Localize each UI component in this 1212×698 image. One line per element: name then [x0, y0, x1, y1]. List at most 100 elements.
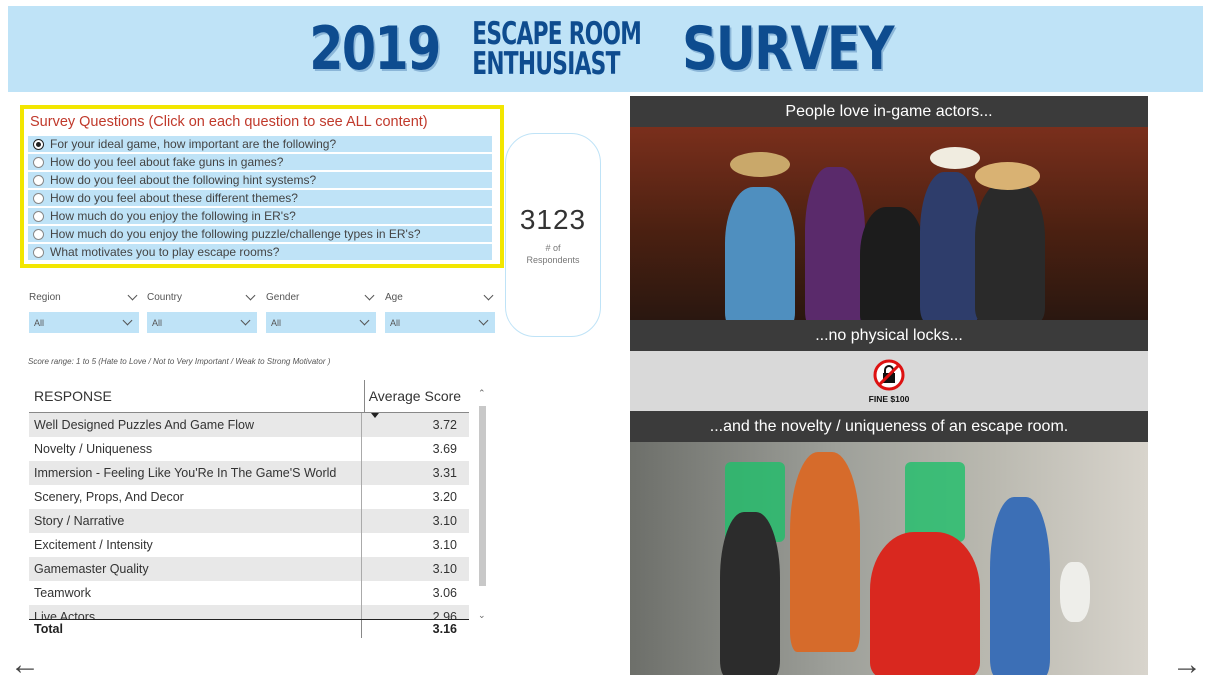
filter-label: Age: [385, 291, 403, 303]
table-row[interactable]: Excitement / Intensity 3.10: [29, 533, 469, 557]
question-option-puzzle-types[interactable]: How much do you enjoy the following puzz…: [28, 226, 492, 242]
radio-icon[interactable]: [33, 228, 44, 240]
response-cell: Story / Narrative: [34, 514, 125, 528]
respondent-count-card: 3123 # of Respondents: [505, 133, 601, 337]
caption-no-locks: ...no physical locks...: [630, 320, 1148, 351]
chevron-down-icon[interactable]: [245, 290, 256, 300]
average-score-header-label: Average Score: [368, 388, 462, 404]
table-scrollbar[interactable]: ⌃ ⌄: [477, 388, 487, 624]
country-dropdown[interactable]: All: [147, 312, 257, 333]
response-cell: Excitement / Intensity: [34, 538, 153, 552]
title-year: 2019: [309, 14, 441, 84]
score-range-note: Score range: 1 to 5 (Hate to Love / Not …: [28, 357, 331, 366]
dropdown-value: All: [152, 317, 163, 328]
question-label: How do you feel about the following hint…: [50, 173, 317, 187]
column-header-response[interactable]: RESPONSE: [29, 388, 364, 404]
next-page-arrow-icon[interactable]: →: [1172, 650, 1202, 680]
filter-label: Country: [147, 291, 183, 303]
score-cell: 3.10: [361, 557, 461, 581]
question-option-motivation[interactable]: What motivates you to play escape rooms?: [28, 244, 492, 260]
count-label-line2: Respondents: [526, 255, 580, 265]
question-option-enjoy[interactable]: How much do you enjoy the following in E…: [28, 208, 492, 224]
scrollbar-thumb[interactable]: [479, 406, 486, 586]
table-body: Well Designed Puzzles And Game Flow 3.72 …: [29, 413, 469, 619]
total-value: 3.16: [361, 620, 461, 638]
table-row[interactable]: Novelty / Uniqueness 3.69: [29, 437, 469, 461]
question-option-ideal-game[interactable]: For your ideal game, how important are t…: [28, 136, 492, 152]
question-label: How do you feel about these different th…: [50, 191, 298, 205]
chevron-down-icon: [122, 315, 133, 326]
chevron-down-icon[interactable]: [483, 290, 494, 300]
response-cell: Scenery, Props, And Decor: [34, 490, 184, 504]
count-label-line1: # of: [545, 243, 561, 253]
question-label: For your ideal game, how important are t…: [50, 137, 337, 151]
age-dropdown[interactable]: All: [385, 312, 495, 333]
title-banner: 2019 ESCAPE ROOM ENTHUSIAST SURVEY: [8, 6, 1203, 92]
radio-icon[interactable]: [33, 192, 44, 204]
scroll-up-icon[interactable]: ⌃: [478, 388, 486, 399]
survey-question-slicer: Survey Questions (Click on each question…: [20, 105, 504, 268]
chevron-down-icon[interactable]: [364, 290, 375, 300]
filter-country-header[interactable]: Country: [147, 290, 257, 304]
filter-label: Region: [29, 291, 61, 303]
score-cell: 2.96: [361, 605, 461, 619]
response-cell: Teamwork: [34, 586, 91, 600]
scroll-down-icon[interactable]: ⌄: [478, 610, 486, 621]
filter-age-header[interactable]: Age: [385, 290, 495, 304]
dropdown-value: All: [34, 317, 45, 328]
table-row[interactable]: Gamemaster Quality 3.10: [29, 557, 469, 581]
filter-country: Country All: [147, 290, 257, 333]
dropdown-value: All: [390, 317, 401, 328]
question-label: How much do you enjoy the following in E…: [50, 209, 296, 223]
title-subtitle: ESCAPE ROOM ENTHUSIAST: [472, 19, 642, 80]
filter-gender-header[interactable]: Gender: [266, 290, 376, 304]
table-total-row: Total 3.16: [29, 619, 469, 638]
table-row[interactable]: Well Designed Puzzles And Game Flow 3.72: [29, 413, 469, 437]
table-row[interactable]: Scenery, Props, And Decor 3.20: [29, 485, 469, 509]
score-cell: 3.10: [361, 533, 461, 557]
radio-icon[interactable]: [33, 156, 44, 168]
radio-selected-icon[interactable]: [33, 138, 44, 150]
score-cell: 3.06: [361, 581, 461, 605]
response-cell: Immersion - Feeling Like You'Re In The G…: [34, 466, 337, 480]
radio-icon[interactable]: [33, 174, 44, 186]
table-row[interactable]: Teamwork 3.06: [29, 581, 469, 605]
response-cell: Novelty / Uniqueness: [34, 442, 153, 456]
gender-dropdown[interactable]: All: [266, 312, 376, 333]
chevron-down-icon: [240, 315, 251, 326]
table-row[interactable]: Immersion - Feeling Like You'Re In The G…: [29, 461, 469, 485]
question-option-fake-guns[interactable]: How do you feel about fake guns in games…: [28, 154, 492, 170]
response-cell: Live Actors: [34, 610, 96, 619]
question-option-hint-systems[interactable]: How do you feel about the following hint…: [28, 172, 492, 188]
question-label: What motivates you to play escape rooms?: [50, 245, 280, 259]
fine-text: FINE $100: [868, 394, 910, 404]
region-dropdown[interactable]: All: [29, 312, 139, 333]
chevron-down-icon[interactable]: [127, 290, 138, 300]
filter-label: Gender: [266, 291, 300, 303]
column-header-average-score[interactable]: Average Score: [363, 380, 469, 418]
novelty-photo: [630, 442, 1148, 675]
response-cell: Gamemaster Quality: [34, 562, 149, 576]
score-cell: 3.69: [361, 437, 461, 461]
previous-page-arrow-icon[interactable]: ←: [10, 650, 40, 680]
respondent-count-label: # of Respondents: [526, 242, 579, 266]
no-lock-icon: [873, 359, 905, 391]
score-cell: 3.20: [361, 485, 461, 509]
chevron-down-icon: [478, 315, 489, 326]
question-slicer-heading: Survey Questions (Click on each question…: [30, 114, 428, 130]
question-option-themes[interactable]: How do you feel about these different th…: [28, 190, 492, 206]
filter-age: Age All: [385, 290, 495, 333]
response-cell: Well Designed Puzzles And Game Flow: [34, 418, 255, 432]
report-title: 2019 ESCAPE ROOM ENTHUSIAST SURVEY: [295, 14, 916, 84]
question-label: How much do you enjoy the following puzz…: [50, 227, 421, 241]
radio-icon[interactable]: [33, 210, 44, 222]
table-row[interactable]: Story / Narrative 3.10: [29, 509, 469, 533]
radio-icon[interactable]: [33, 246, 44, 258]
photo-collage: People love in-game actors... ...no phys…: [630, 96, 1148, 675]
score-cell: 3.31: [361, 461, 461, 485]
filter-region-header[interactable]: Region: [29, 290, 139, 304]
filter-region: Region All: [29, 290, 139, 333]
actors-photo: [630, 127, 1148, 320]
table-row[interactable]: Live Actors 2.96: [29, 605, 469, 619]
question-label: How do you feel about fake guns in games…: [50, 155, 284, 169]
